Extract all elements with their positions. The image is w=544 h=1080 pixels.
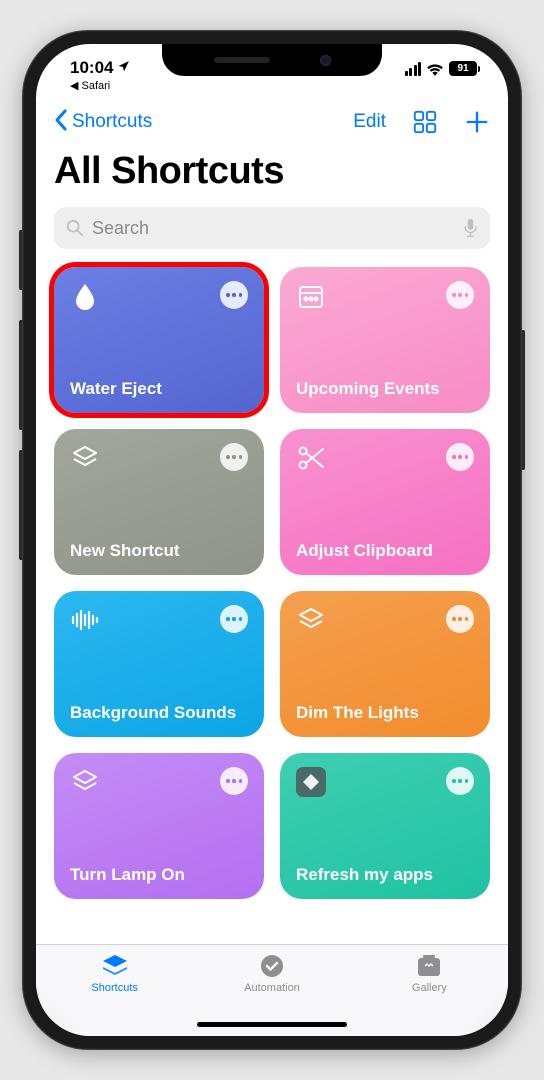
more-button[interactable] [220,605,248,633]
shortcut-label: Adjust Clipboard [296,540,474,561]
content-area: All Shortcuts Water Eject [36,148,508,944]
cellular-signal-icon [405,62,422,76]
more-button[interactable] [446,281,474,309]
shortcut-tile-background-sounds[interactable]: Background Sounds [54,591,264,737]
device-frame: 10:04 ◀ Safari 91 [22,30,522,1050]
tab-bar: Shortcuts Automation Gallery [36,944,508,1036]
shortcut-tile-new-shortcut[interactable]: New Shortcut [54,429,264,575]
notch [162,44,382,76]
soundwave-icon [70,605,100,635]
microphone-icon[interactable] [463,218,478,238]
search-bar[interactable] [54,207,490,249]
nav-bar: Shortcuts Edit [36,96,508,148]
tab-label: Automation [244,982,300,994]
more-button[interactable] [446,605,474,633]
layers-icon [70,443,100,473]
shortcut-label: Refresh my apps [296,864,474,885]
layers-icon [296,605,326,635]
shortcut-label: Water Eject [70,378,248,399]
gallery-tab-icon [414,953,444,979]
chevron-left-icon [54,108,68,136]
more-button[interactable] [446,443,474,471]
shortcut-label: Background Sounds [70,702,248,723]
screen: 10:04 ◀ Safari 91 [36,44,508,1036]
status-time: 10:04 [70,58,113,78]
edit-button[interactable]: Edit [353,111,386,133]
refresh-app-icon [296,767,326,797]
tab-label: Shortcuts [91,982,137,994]
back-button[interactable]: Shortcuts [54,108,152,136]
shortcut-tile-dim-lights[interactable]: Dim The Lights [280,591,490,737]
tab-label: Gallery [412,982,447,994]
layers-icon [70,767,100,797]
shortcut-tile-refresh-apps[interactable]: Refresh my apps [280,753,490,899]
wifi-icon [426,62,444,76]
add-button[interactable] [464,109,490,135]
tab-shortcuts[interactable]: Shortcuts [36,953,193,1036]
search-input[interactable] [92,218,455,239]
back-to-app[interactable]: ◀ Safari [70,79,130,92]
shortcut-tile-adjust-clipboard[interactable]: Adjust Clipboard [280,429,490,575]
scissors-icon [296,443,326,473]
calendar-icon [296,281,326,311]
shortcut-tile-water-eject[interactable]: Water Eject [54,267,264,413]
shortcuts-grid: Water Eject Upcoming Events [54,267,490,899]
droplet-icon [70,281,100,311]
shortcuts-tab-icon [100,953,130,979]
shortcut-label: Turn Lamp On [70,864,248,885]
battery-indicator: 91 [449,61,480,76]
shortcut-tile-upcoming-events[interactable]: Upcoming Events [280,267,490,413]
back-label: Shortcuts [72,111,152,133]
more-button[interactable] [220,443,248,471]
more-button[interactable] [220,767,248,795]
automation-tab-icon [257,953,287,979]
shortcut-label: New Shortcut [70,540,248,561]
more-button[interactable] [220,281,248,309]
location-arrow-icon [117,60,130,76]
more-button[interactable] [446,767,474,795]
tab-gallery[interactable]: Gallery [351,953,508,1036]
shortcut-label: Upcoming Events [296,378,474,399]
grid-view-icon[interactable] [412,109,438,135]
search-icon [66,219,84,237]
shortcut-tile-turn-lamp-on[interactable]: Turn Lamp On [54,753,264,899]
home-indicator[interactable] [197,1022,347,1027]
shortcut-label: Dim The Lights [296,702,474,723]
page-title: All Shortcuts [54,150,490,193]
